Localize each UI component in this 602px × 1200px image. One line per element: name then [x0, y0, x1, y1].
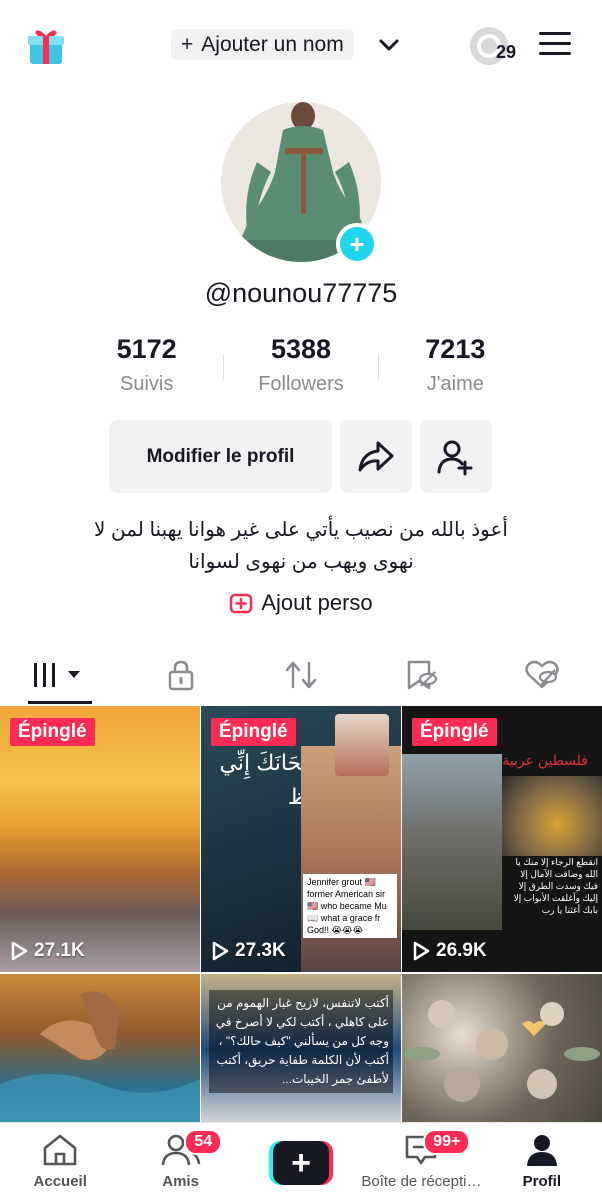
- video-caption: Jennifer grout 🇺🇸 former American sir 🇺🇸…: [303, 874, 397, 938]
- view-count-value: 27.1K: [34, 940, 85, 961]
- video-overlay-text: انقطع الرجاء إلا منك يا الله وضاقت الآما…: [513, 857, 598, 915]
- video-thumbnail[interactable]: لا إِلَهَ إِلاَّ سُبْحَانَكَ إِنِّي كُنت…: [201, 706, 401, 972]
- add-friend-button[interactable]: [420, 420, 492, 493]
- view-count: 27.1K: [10, 940, 85, 962]
- profile-icon: [526, 1135, 557, 1166]
- video-thumbnail[interactable]: [0, 974, 200, 1126]
- nav-label: Boîte de récepti…: [361, 1173, 482, 1190]
- plus-icon: +: [181, 32, 194, 56]
- bio: أعوذ بالله من نصيب يأتي على غير هوانا يه…: [60, 514, 542, 578]
- nav-home[interactable]: Accueil: [0, 1123, 120, 1200]
- story-count: 29: [496, 42, 517, 62]
- plus-icon: +: [273, 1141, 330, 1185]
- notification-badge: 99+: [423, 1129, 471, 1155]
- hands-image: [0, 991, 200, 1126]
- pinned-badge: Épinglé: [211, 718, 296, 746]
- add-link-icon: [230, 593, 253, 614]
- profile-tabs: [0, 646, 602, 704]
- home-icon: [43, 1134, 77, 1166]
- add-avatar-button[interactable]: +: [336, 223, 378, 265]
- tab-reposts[interactable]: [241, 646, 361, 704]
- stat-likes[interactable]: 7213 J'aime: [379, 334, 532, 404]
- view-count: 26.9K: [412, 940, 487, 962]
- add-name-button[interactable]: + Ajouter un nom: [171, 29, 354, 60]
- nav-inbox[interactable]: Boîte de récepti… 99+: [361, 1123, 481, 1200]
- stat-followers[interactable]: 5388 Followers: [224, 334, 377, 404]
- edit-profile-button[interactable]: Modifier le profil: [109, 420, 332, 493]
- video-inset-image: [335, 714, 389, 776]
- view-count-value: 27.3K: [235, 940, 286, 961]
- chevron-down-icon[interactable]: [376, 32, 402, 58]
- video-overlay-text: أكتب لاتنفس، لازيح غبار الهموم من على كا…: [209, 990, 393, 1093]
- create-button[interactable]: +: [269, 1141, 334, 1185]
- video-title-text: فلسطين عربية: [502, 752, 588, 768]
- notification-badge: 54: [184, 1129, 223, 1155]
- add-link-button[interactable]: Ajout perso: [0, 590, 602, 616]
- nav-label: Amis: [162, 1173, 199, 1190]
- top-bar: + Ajouter un nom 29: [0, 0, 602, 90]
- stat-label: Suivis: [119, 373, 174, 395]
- saved-icon: [408, 660, 438, 690]
- stat-value: 7213: [425, 334, 486, 364]
- username: @nounou77775: [204, 278, 398, 308]
- video-thumbnail[interactable]: [402, 974, 602, 1126]
- add-link-label: Ajout perso: [261, 590, 373, 615]
- view-count: 27.3K: [211, 940, 286, 962]
- add-name-label: Ajouter un nom: [201, 32, 344, 56]
- stat-value: 5172: [116, 334, 177, 364]
- play-icon: [413, 941, 430, 961]
- nav-label: Profil: [522, 1173, 561, 1190]
- flowers-image: [404, 1000, 600, 1102]
- liked-icon: [525, 660, 559, 689]
- play-icon: [11, 941, 28, 961]
- stat-label: Followers: [258, 373, 344, 395]
- video-person-image: [301, 746, 401, 972]
- tab-private[interactable]: [120, 646, 240, 704]
- stat-following[interactable]: 5172 Suivis: [70, 334, 223, 404]
- tab-liked[interactable]: [482, 646, 602, 704]
- pinned-badge: Épinglé: [412, 718, 497, 746]
- share-profile-button[interactable]: [340, 420, 412, 493]
- view-count-value: 26.9K: [436, 940, 487, 961]
- grid-icon: [34, 663, 81, 687]
- repost-icon: [285, 661, 317, 689]
- bio-line: نهوى ويهب من نهوى لسوانا: [188, 551, 414, 573]
- video-thumbnail[interactable]: أكتب لاتنفس، لازيح غبار الهموم من على كا…: [201, 974, 401, 1126]
- nav-create[interactable]: +: [241, 1123, 361, 1200]
- video-grid: Épinglé 27.1K لا إِلَهَ إِلاَّ سُبْحَانَ…: [0, 706, 602, 1126]
- nav-label: Accueil: [33, 1173, 87, 1190]
- video-thumbnail[interactable]: فلسطين عربية انقطع الرجاء إلا منك يا الل…: [402, 706, 602, 972]
- video-dome-image: [502, 776, 602, 856]
- menu-icon[interactable]: [539, 32, 571, 56]
- tab-saved[interactable]: [361, 646, 481, 704]
- video-thumbnail[interactable]: Épinglé 27.1K: [0, 706, 200, 972]
- stat-value: 5388: [270, 334, 332, 364]
- stats-row: 5172 Suivis 5388 Followers 7213 J'aime: [70, 334, 532, 404]
- share-icon: [358, 441, 394, 471]
- video-child-image: [402, 754, 502, 930]
- nav-profile[interactable]: Profil: [482, 1123, 602, 1200]
- gift-icon[interactable]: [26, 24, 66, 66]
- play-icon: [212, 941, 229, 961]
- bottom-nav: Accueil Amis 54 + Boîte de récepti… 99+ …: [0, 1122, 602, 1200]
- nav-friends[interactable]: Amis 54: [120, 1123, 240, 1200]
- bio-line: أعوذ بالله من نصيب يأتي على غير هوانا يه…: [94, 519, 508, 541]
- pinned-badge: Épinglé: [10, 718, 95, 746]
- tab-videos[interactable]: [0, 646, 120, 704]
- lock-icon: [168, 660, 193, 691]
- stat-label: J'aime: [426, 373, 484, 395]
- add-user-icon: [437, 440, 473, 475]
